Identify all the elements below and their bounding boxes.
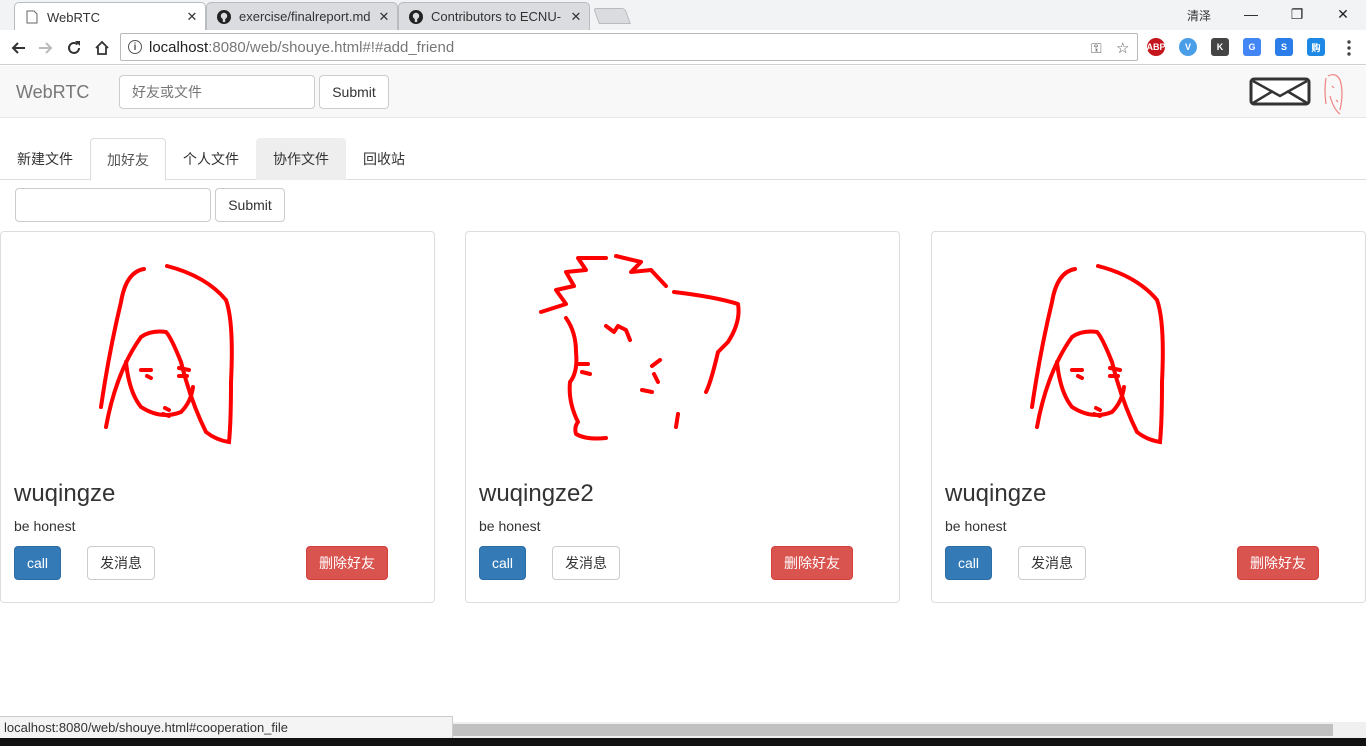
shopping-icon[interactable]: 购	[1307, 38, 1325, 56]
url-path: :8080/web/shouye.html#!#add_friend	[208, 38, 455, 56]
add-friend-submit-button[interactable]: Submit	[215, 188, 285, 222]
restore-icon[interactable]: ❐	[1274, 0, 1320, 28]
os-taskbar	[0, 738, 1366, 746]
adblock-icon[interactable]: ABP	[1147, 38, 1166, 56]
friend-name: wuqingze2	[479, 480, 594, 507]
browser-tab-finalreport[interactable]: exercise/finalreport.md ✕	[206, 2, 398, 30]
call-button[interactable]: call	[479, 546, 526, 580]
tab-title: WebRTC	[47, 9, 100, 25]
page-tabs: 新建文件 加好友 个人文件 协作文件 回收站	[0, 138, 1366, 181]
brand-logo[interactable]: WebRTC	[16, 82, 89, 103]
status-bar-url: localhost:8080/web/shouye.html#cooperati…	[0, 716, 453, 738]
site-navbar: WebRTC Submit	[0, 66, 1366, 118]
call-button[interactable]: call	[14, 546, 61, 580]
sync-icon[interactable]: S	[1275, 38, 1293, 56]
send-message-button[interactable]: 发消息	[1018, 546, 1086, 580]
scrollbar-thumb[interactable]	[453, 724, 1333, 736]
friend-card: wuqingze be honest call 发消息 删除好友	[0, 231, 435, 603]
close-window-icon[interactable]: ✕	[1320, 0, 1366, 28]
horizontal-scrollbar[interactable]	[453, 722, 1366, 738]
browser-toolbar: i localhost:8080/web/shouye.html#!#add_f…	[0, 30, 1366, 65]
minimize-icon[interactable]: —	[1228, 0, 1274, 28]
delete-friend-button[interactable]: 删除好友	[771, 546, 853, 580]
friend-motto: be honest	[945, 518, 1007, 534]
call-button[interactable]: call	[945, 546, 992, 580]
tab-title: Contributors to ECNU-	[431, 9, 562, 24]
forward-icon[interactable]	[33, 35, 59, 61]
close-icon[interactable]: ✕	[185, 9, 199, 25]
user-avatar[interactable]	[1318, 70, 1348, 121]
mail-icon[interactable]	[1249, 77, 1311, 112]
friend-motto: be honest	[479, 518, 541, 534]
friend-avatar-boy	[539, 254, 741, 441]
github-icon	[409, 9, 423, 24]
tab-personal-files[interactable]: 个人文件	[166, 138, 256, 180]
close-icon[interactable]: ✕	[377, 9, 391, 25]
tab-recycle-bin[interactable]: 回收站	[346, 138, 422, 180]
search-input[interactable]	[119, 75, 315, 109]
friend-card: wuqingze2 be honest call 发消息 删除好友	[465, 231, 900, 603]
translate-icon[interactable]: G	[1243, 38, 1261, 56]
new-tab-button[interactable]	[593, 8, 631, 24]
tab-add-friend[interactable]: 加好友	[90, 138, 166, 181]
friend-avatar-girl	[1030, 264, 1165, 445]
send-message-button[interactable]: 发消息	[552, 546, 620, 580]
page-icon	[25, 10, 39, 24]
tab-title: exercise/finalreport.md	[239, 9, 371, 24]
github-icon	[217, 9, 231, 24]
browser-tab-strip: WebRTC ✕ exercise/finalreport.md ✕ Contr…	[0, 0, 1366, 31]
browser-tab-contributors[interactable]: Contributors to ECNU- ✕	[398, 2, 590, 30]
tab-new-file[interactable]: 新建文件	[0, 138, 90, 180]
tab-cooperation-files[interactable]: 协作文件	[256, 138, 346, 180]
add-friend-input[interactable]	[15, 188, 211, 222]
search-submit-button[interactable]: Submit	[319, 75, 389, 109]
reload-icon[interactable]	[61, 35, 87, 61]
address-bar[interactable]: i localhost:8080/web/shouye.html#!#add_f…	[120, 33, 1138, 61]
url-host: localhost	[149, 38, 209, 56]
browser-tab-webrtc[interactable]: WebRTC ✕	[14, 2, 206, 31]
delete-friend-button[interactable]: 删除好友	[1237, 546, 1319, 580]
friend-avatar-girl	[99, 264, 234, 445]
keep-icon[interactable]: K	[1211, 38, 1229, 56]
back-icon[interactable]	[5, 35, 31, 61]
profile-name[interactable]: 清泽	[1187, 7, 1211, 24]
menu-icon[interactable]	[1336, 35, 1362, 61]
info-icon[interactable]: i	[128, 40, 142, 54]
friend-motto: be honest	[14, 518, 76, 534]
home-icon[interactable]	[89, 35, 115, 61]
close-icon[interactable]: ✕	[569, 9, 583, 25]
friend-name: wuqingze	[945, 480, 1047, 507]
send-message-button[interactable]: 发消息	[87, 546, 155, 580]
vimium-icon[interactable]: V	[1179, 38, 1197, 56]
star-icon[interactable]: ☆	[1116, 39, 1129, 57]
friend-card: wuqingze be honest call 发消息 删除好友	[931, 231, 1366, 603]
friend-name: wuqingze	[14, 480, 116, 507]
key-icon[interactable]: ⚿	[1091, 40, 1102, 57]
delete-friend-button[interactable]: 删除好友	[306, 546, 388, 580]
